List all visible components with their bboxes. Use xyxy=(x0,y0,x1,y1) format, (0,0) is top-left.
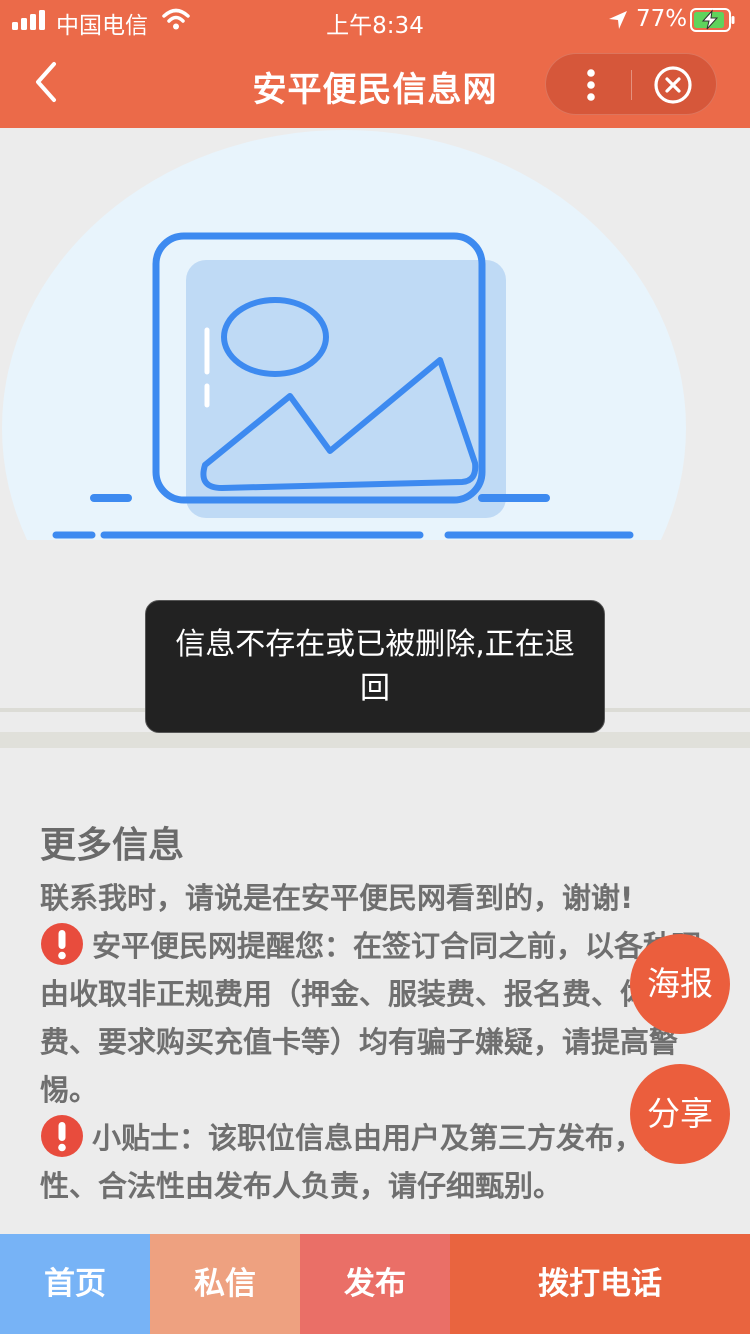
bottom-tab-bar: 首页 私信 发布 拨打电话 xyxy=(0,1234,750,1334)
close-circle-icon[interactable] xyxy=(648,60,698,110)
capsule-divider xyxy=(631,70,632,100)
status-bar: 中国电信 上午8:34 77% xyxy=(0,0,750,40)
page: 中国电信 上午8:34 77% 安平便民信息网 更多信息 联系我时，请说是在安平… xyxy=(0,0,750,1334)
header: 中国电信 上午8:34 77% 安平便民信息网 xyxy=(0,0,750,128)
exclamation-circle-icon xyxy=(41,923,83,965)
mini-program-capsule xyxy=(545,53,717,115)
tip-text: 小贴士：该职位信息由用户及第三方发布，真实性、合法性由发布人负责，请仔细甄别。 xyxy=(40,1121,702,1203)
more-vertical-icon[interactable] xyxy=(566,60,616,110)
warning-text: 安平便民网提醒您：在签订合同之前，以各种理由收取非正规费用（押金、服装费、报名费… xyxy=(40,929,702,1107)
exclamation-circle-icon xyxy=(41,1115,83,1157)
nav-bar: 安平便民信息网 xyxy=(0,40,750,128)
tab-publish[interactable]: 发布 xyxy=(300,1234,450,1334)
poster-button[interactable]: 海报 xyxy=(630,934,730,1034)
tab-message[interactable]: 私信 xyxy=(150,1234,300,1334)
section-divider xyxy=(0,732,750,748)
battery-percentage: 77% xyxy=(636,6,688,32)
more-info-section: 更多信息 联系我时，请说是在安平便民网看到的，谢谢! 安平便民网提醒您：在签订合… xyxy=(40,818,720,1210)
tab-home[interactable]: 首页 xyxy=(0,1234,150,1334)
warning-paragraph: 安平便民网提醒您：在签订合同之前，以各种理由收取非正规费用（押金、服装费、报名费… xyxy=(40,922,720,1114)
image-placeholder-icon xyxy=(2,130,686,540)
contact-note: 联系我时，请说是在安平便民网看到的，谢谢! xyxy=(40,881,634,915)
location-arrow-icon xyxy=(609,11,627,29)
battery-charging-icon xyxy=(690,8,735,32)
call-button[interactable]: 拨打电话 xyxy=(450,1234,750,1334)
more-info-title: 更多信息 xyxy=(40,825,185,866)
tip-paragraph: 小贴士：该职位信息由用户及第三方发布，真实性、合法性由发布人负责，请仔细甄别。 xyxy=(40,1114,720,1210)
share-button[interactable]: 分享 xyxy=(630,1064,730,1164)
toast-message: 信息不存在或已被删除,正在退回 xyxy=(145,600,605,733)
